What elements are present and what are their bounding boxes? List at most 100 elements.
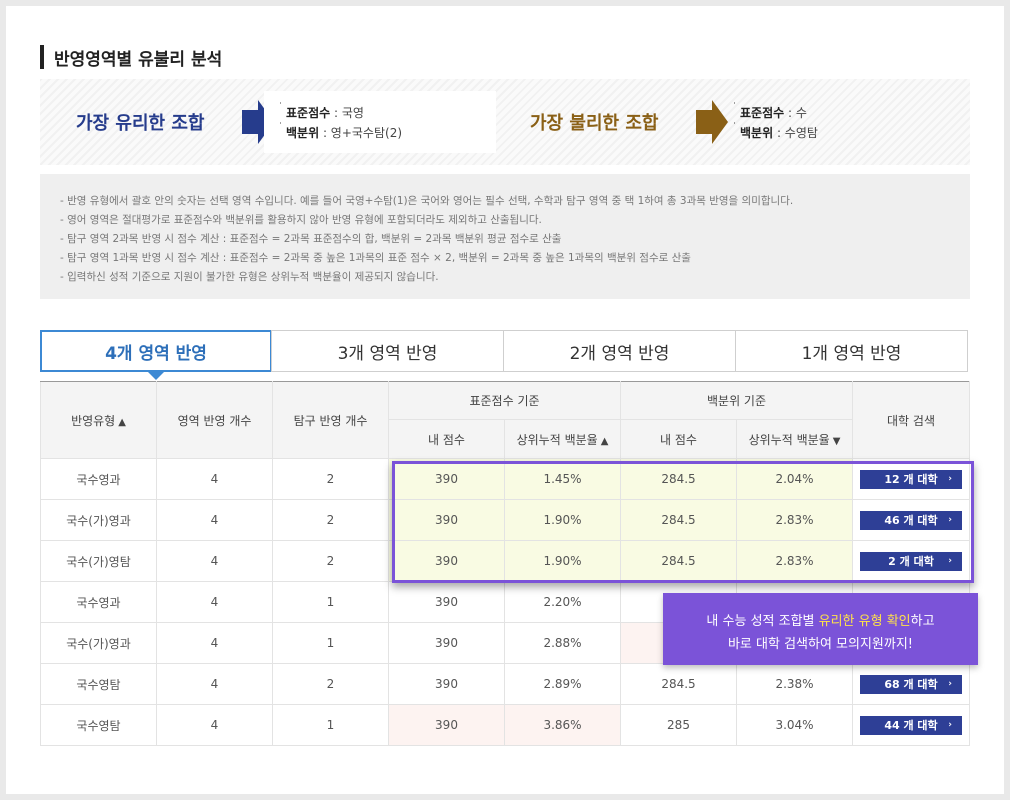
header-std-my-score: 내 점수 (388, 419, 505, 459)
page: 반영영역별 유불리 분석 가장 유리한 조합 ˙ 표준점수 : 국영 ˙ 백분위 :… (6, 6, 1004, 794)
cell-pct-score: 284.5 (620, 540, 737, 582)
callout-line-2: 바로 대학 검색하여 모의지원까지! (727, 637, 914, 652)
cell-pct-pct: 2.83% (735, 540, 854, 582)
worst-pct-line: ˙ 백분위 : 수영탐 (732, 122, 818, 140)
table-row: 국수(가)영과 4 2 390 1.90% 284.5 2.83% 46 개 대… (40, 499, 971, 541)
cell-areas: 4 (156, 499, 273, 541)
note-line: - 입력하신 성적 기준으로 지원이 불가한 유형은 상위누적 백분율이 제공되… (60, 271, 439, 283)
chevron-right-icon: › (948, 678, 953, 689)
university-search-button[interactable]: 2 개 대학 › (860, 551, 963, 571)
cell-inquiry: 1 (272, 581, 389, 623)
best-std-line: ˙ 표준점수 : 국영 (278, 102, 364, 120)
note-line: - 영어 영역은 절대평가로 표준점수와 백분위를 활용하지 않아 반영 유형에… (60, 214, 542, 226)
cell-type: 국수(가)영과 (40, 499, 157, 541)
cell-search: 2 개 대학 › (852, 540, 971, 582)
cell-inquiry: 2 (272, 540, 389, 582)
cell-inquiry: 1 (272, 622, 389, 664)
chevron-right-icon: › (948, 473, 953, 484)
cell-std-pct: 1.90% (504, 540, 621, 582)
header-pct-cum-pct[interactable]: 상위누적 백분율 ▼ (735, 419, 854, 459)
cell-search: 46 개 대학 › (852, 499, 971, 541)
cell-areas: 4 (156, 540, 273, 582)
cell-type: 국수(가)영탐 (40, 540, 157, 582)
header-std-group: 표준점수 기준 (388, 381, 621, 420)
chevron-right-icon: › (948, 514, 953, 525)
sort-asc-icon: ▲ (600, 435, 609, 447)
chevron-right-icon: › (948, 555, 953, 566)
cell-search: 12 개 대학 › (852, 458, 971, 500)
cell-std-pct: 2.20% (504, 581, 621, 623)
cell-std-pct: 1.90% (504, 499, 621, 541)
combination-summary: 가장 유리한 조합 ˙ 표준점수 : 국영 ˙ 백분위 : 영+국수탐(2) 가장 … (40, 79, 970, 165)
cell-pct-pct: 2.83% (735, 499, 854, 541)
cell-areas: 4 (156, 622, 273, 664)
cell-type: 국수영과 (40, 581, 157, 623)
analysis-table: 반영유형 ▲ 영역 반영 개수 탐구 반영 개수 표준점수 기준 백분위 기준 대… (40, 381, 971, 746)
header-area-count: 영역 반영 개수 (156, 381, 273, 459)
cell-inquiry: 2 (272, 663, 389, 705)
table-row: 국수영탐 4 2 390 2.89% 284.5 2.38% 68 개 대학 › (40, 663, 971, 705)
worst-combo-card: ˙ 표준점수 : 수 ˙ 백분위 : 수영탐 (718, 91, 970, 153)
cell-pct-pct: 2.04% (735, 458, 854, 500)
cell-std-score: 390 (388, 540, 505, 582)
cell-std-score: 390 (388, 581, 505, 623)
cell-std-pct: 2.89% (504, 663, 621, 705)
bullet-icon: ˙ (278, 102, 283, 113)
tab-1-area[interactable]: 1개 영역 반영 (735, 330, 968, 372)
cell-std-pct: 2.88% (504, 622, 621, 664)
university-search-button[interactable]: 12 개 대학 › (860, 469, 963, 489)
cell-pct-score: 285 (620, 704, 737, 746)
cell-areas: 4 (156, 581, 273, 623)
header-inquiry-count: 탐구 반영 개수 (272, 381, 389, 459)
cell-pct-score: 284.5 (620, 499, 737, 541)
best-combo-label: 가장 유리한 조합 (76, 113, 205, 134)
cell-type: 국수영탐 (40, 663, 157, 705)
cell-std-score: 390 (388, 622, 505, 664)
cell-std-score: 390 (388, 499, 505, 541)
worst-std-line: ˙ 표준점수 : 수 (732, 102, 807, 120)
tab-4-areas[interactable]: 4개 영역 반영 (40, 330, 272, 372)
cell-areas: 4 (156, 663, 273, 705)
bullet-icon: ˙ (278, 122, 283, 133)
university-search-button[interactable]: 46 개 대학 › (860, 510, 963, 530)
section-title: 반영영역별 유불리 분석 (40, 44, 222, 70)
title-bar (40, 45, 44, 69)
section-title-text: 반영영역별 유불리 분석 (54, 49, 223, 70)
cell-std-score: 390 (388, 704, 505, 746)
header-std-cum-pct[interactable]: 상위누적 백분율 ▲ (504, 419, 621, 459)
table-row: 국수(가)영탐 4 2 390 1.90% 284.5 2.83% 2 개 대학… (40, 540, 971, 582)
cell-inquiry: 2 (272, 458, 389, 500)
tab-3-areas[interactable]: 3개 영역 반영 (271, 330, 504, 372)
note-line: - 탐구 영역 1과목 반영 시 점수 계산 : 표준점수 = 2과목 중 높은… (60, 252, 691, 264)
table-row: 국수영과 4 2 390 1.45% 284.5 2.04% 12 개 대학 › (40, 458, 971, 500)
cell-type: 국수(가)영과 (40, 622, 157, 664)
cell-pct-pct: 3.04% (735, 704, 854, 746)
cell-areas: 4 (156, 704, 273, 746)
note-line: - 반영 유형에서 괄호 안의 숫자는 선택 영역 수입니다. 예를 들어 국영… (60, 195, 794, 207)
best-combo-card: ˙ 표준점수 : 국영 ˙ 백분위 : 영+국수탐(2) (264, 91, 496, 153)
cell-type: 국수영탐 (40, 704, 157, 746)
header-search: 대학 검색 (852, 381, 971, 459)
active-tab-pointer-icon (148, 372, 164, 380)
tab-bar: 4개 영역 반영 3개 영역 반영 2개 영역 반영 1개 영역 반영 (40, 330, 970, 380)
cell-inquiry: 2 (272, 499, 389, 541)
promo-callout: 내 수능 성적 조합별 유리한 유형 확인하고 바로 대학 검색하여 모의지원까… (663, 593, 978, 665)
tab-2-areas[interactable]: 2개 영역 반영 (503, 330, 736, 372)
cell-areas: 4 (156, 458, 273, 500)
cell-std-score: 390 (388, 458, 505, 500)
table-row: 국수영탐 4 1 390 3.86% 285 3.04% 44 개 대학 › (40, 704, 971, 746)
cell-pct-pct: 2.38% (735, 663, 854, 705)
cell-std-pct: 1.45% (504, 458, 621, 500)
cell-search: 68 개 대학 › (852, 663, 971, 705)
header-pct-my-score: 내 점수 (620, 419, 737, 459)
university-search-button[interactable]: 44 개 대학 › (860, 715, 963, 735)
cell-inquiry: 1 (272, 704, 389, 746)
chevron-right-icon: › (948, 719, 953, 730)
notes-box: - 반영 유형에서 괄호 안의 숫자는 선택 영역 수입니다. 예를 들어 국영… (40, 174, 970, 299)
university-search-button[interactable]: 68 개 대학 › (860, 674, 963, 694)
bullet-icon: ˙ (732, 122, 737, 133)
cell-search: 44 개 대학 › (852, 704, 971, 746)
cell-pct-score: 284.5 (620, 458, 737, 500)
header-type[interactable]: 반영유형 ▲ (40, 381, 157, 459)
sort-desc-icon: ▼ (832, 435, 841, 447)
